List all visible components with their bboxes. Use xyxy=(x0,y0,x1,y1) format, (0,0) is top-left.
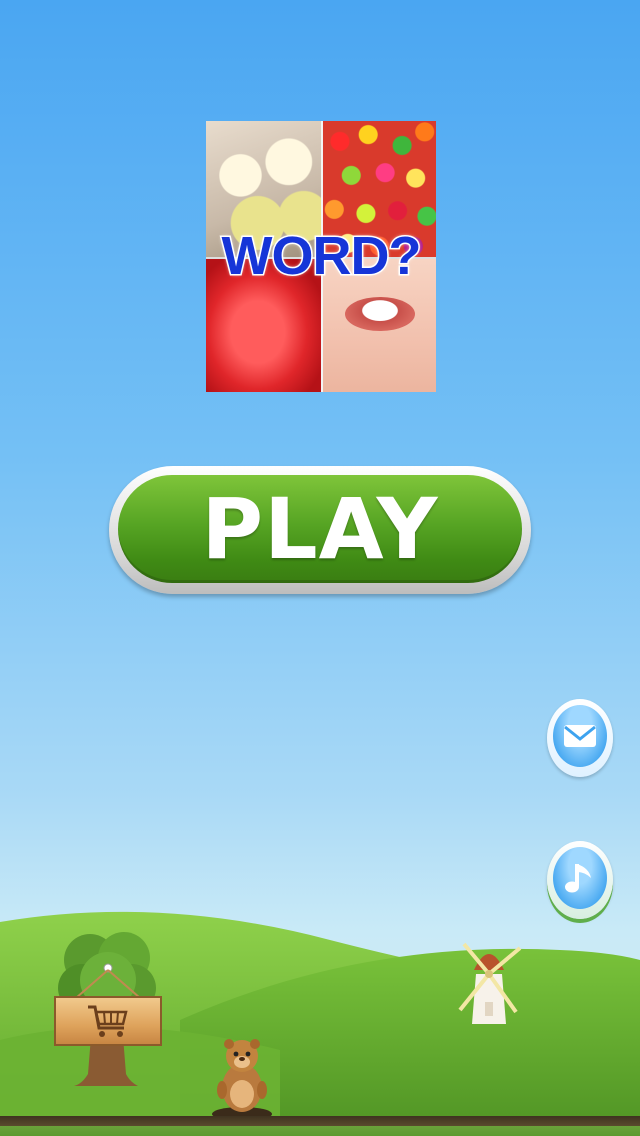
home-screen: WORD? PLAY xyxy=(0,0,640,1136)
game-logo: WORD? xyxy=(206,121,436,392)
shop-sign-button[interactable] xyxy=(54,996,162,1046)
play-button-face[interactable]: PLAY xyxy=(118,475,522,583)
ground-strip xyxy=(0,1116,640,1136)
music-note-icon xyxy=(565,864,591,893)
windmill xyxy=(458,942,522,1024)
mail-button[interactable] xyxy=(547,699,613,777)
shopping-cart-icon xyxy=(88,1005,128,1037)
logo-title: WORD? xyxy=(220,225,423,288)
mail-icon xyxy=(564,725,596,747)
play-button[interactable]: PLAY xyxy=(109,466,531,594)
gopher-mascot xyxy=(212,1039,272,1120)
play-button-label: PLAY xyxy=(201,480,439,578)
